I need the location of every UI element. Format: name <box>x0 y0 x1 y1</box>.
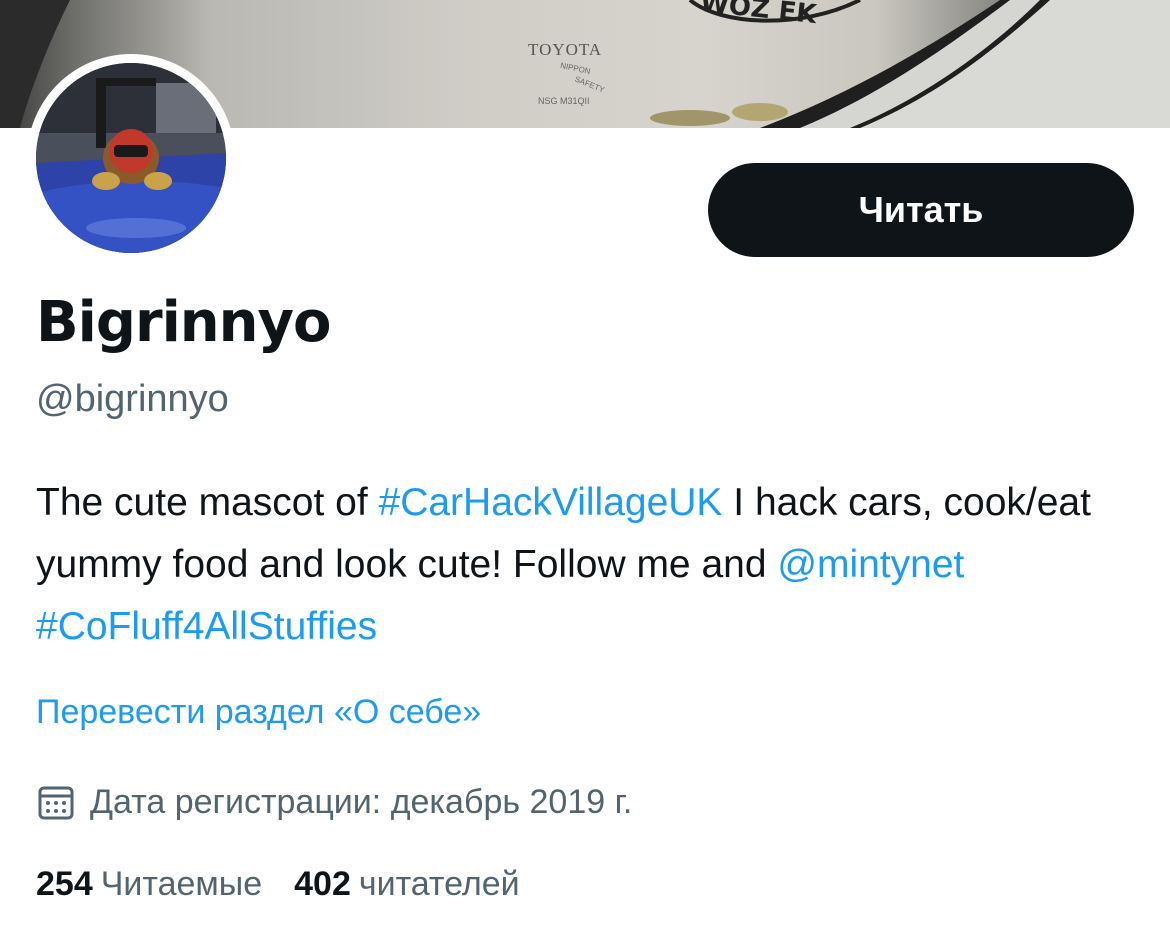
bio-mention-link[interactable]: @mintynet <box>777 543 964 586</box>
following-label: Читаемые <box>100 865 263 903</box>
followers-link[interactable]: 402 читателей <box>294 865 520 904</box>
follow-button[interactable]: Читать <box>708 163 1134 257</box>
joined-date: Дата регистрации: декабрь 2019 г. <box>36 780 632 824</box>
calendar-icon <box>38 786 74 820</box>
following-count: 254 <box>36 865 93 903</box>
profile-display-name: Bigrinnyo <box>36 290 331 355</box>
glass-mark-text-c: NSG M31QII <box>538 96 590 106</box>
profile-bio: The cute mascot of #CarHackVillageUK I h… <box>36 472 1136 658</box>
joined-text: Дата регистрации: декабрь 2019 г. <box>90 782 633 821</box>
followers-count: 402 <box>294 865 351 903</box>
glass-brand-text: TOYOTA <box>528 40 603 59</box>
following-link[interactable]: 254 Читаемые <box>36 865 262 904</box>
translate-bio-link[interactable]: Перевести раздел «О себе» <box>36 693 481 732</box>
bio-text: The cute mascot of <box>36 481 379 524</box>
profile-handle: @bigrinnyo <box>36 378 229 420</box>
bio-hashtag-link[interactable]: #CoFluff4AllStuffies <box>36 605 377 648</box>
profile-stats: 254 Читаемые 402 читателей <box>36 865 520 904</box>
avatar[interactable] <box>36 63 226 253</box>
avatar-image <box>36 63 226 253</box>
followers-label: читателей <box>358 865 520 903</box>
bio-hashtag-link[interactable]: #CarHackVillageUK <box>379 481 723 524</box>
